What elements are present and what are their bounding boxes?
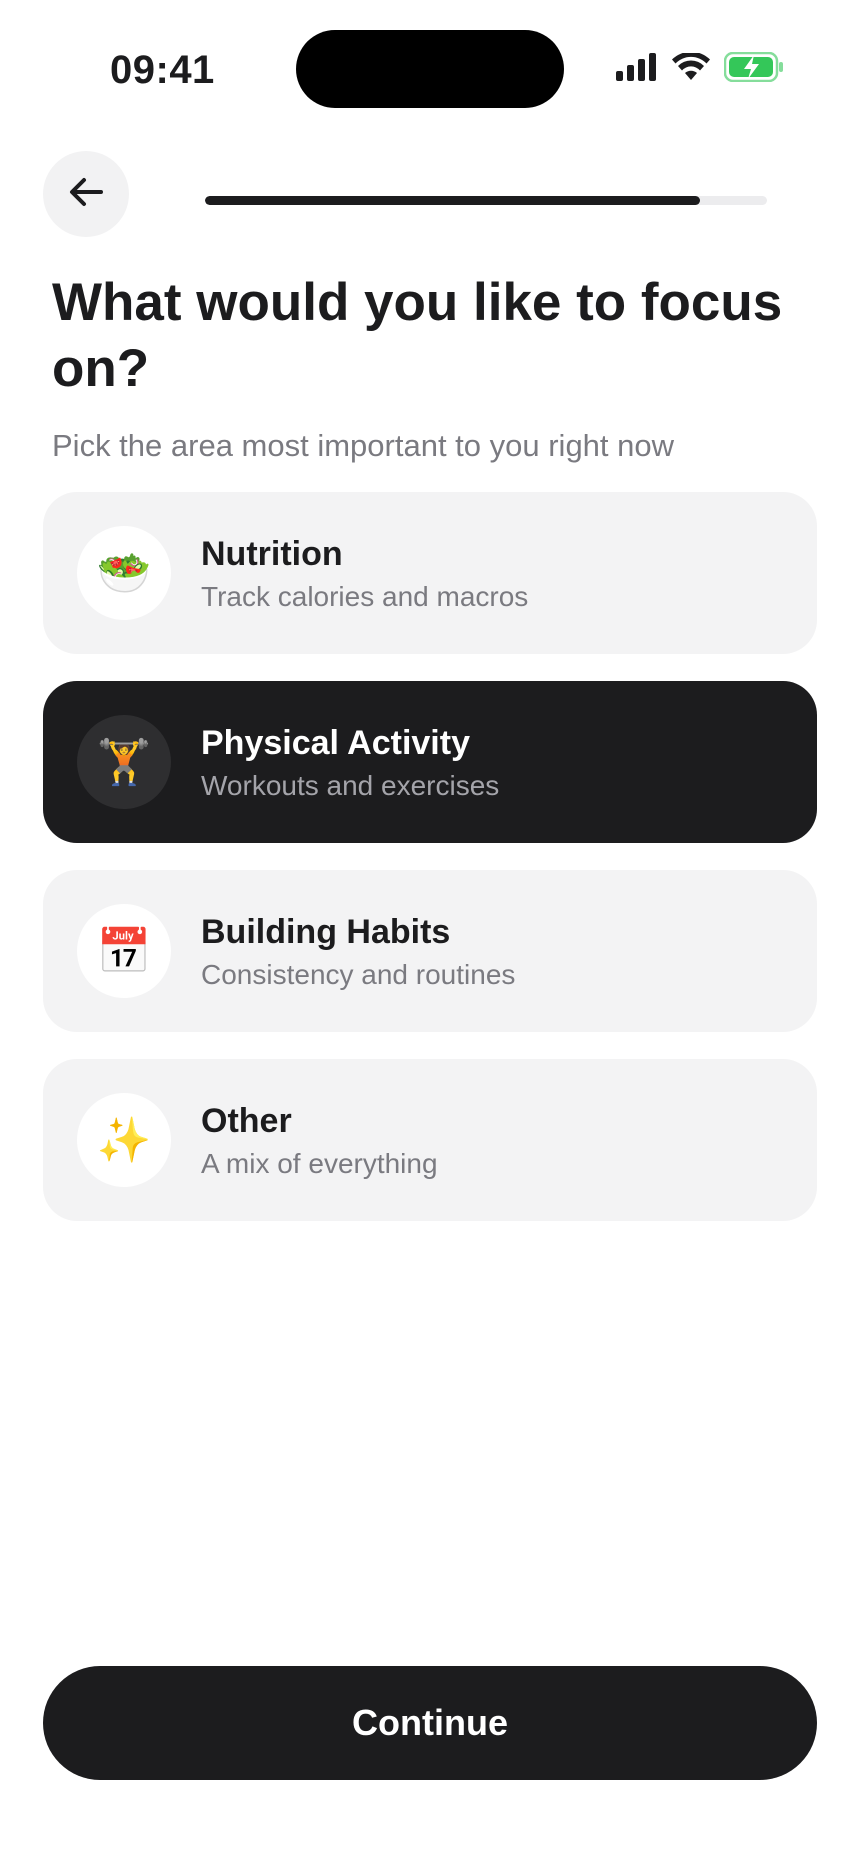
cellular-signal-icon — [616, 53, 658, 86]
option-nutrition[interactable]: 🥗 Nutrition Track calories and macros — [43, 492, 817, 654]
wifi-icon — [672, 51, 710, 86]
status-time: 09:41 — [110, 48, 215, 92]
option-title: Other — [201, 1102, 292, 1140]
battery-charging-icon — [723, 51, 784, 87]
option-title: Physical Activity — [201, 724, 470, 762]
dynamic-island — [296, 30, 564, 108]
status-icons — [616, 51, 784, 87]
option-other[interactable]: ✨ Other A mix of everything — [43, 1059, 817, 1221]
weightlifter-icon: 🏋️ — [77, 715, 171, 809]
option-description: A mix of everything — [201, 1148, 438, 1179]
option-description: Track calories and macros — [201, 581, 529, 612]
option-building-habits[interactable]: 📅 Building Habits Consistency and routin… — [43, 870, 817, 1032]
progress-bar — [205, 196, 767, 205]
option-description: Consistency and routines — [201, 959, 516, 990]
arrow-left-icon — [69, 177, 103, 212]
back-button[interactable] — [43, 151, 129, 237]
sparkles-icon: ✨ — [77, 1093, 171, 1187]
focus-options-list: 🥗 Nutrition Track calories and macros 🏋️… — [43, 492, 817, 1248]
option-physical-activity[interactable]: 🏋️ Physical Activity Workouts and exerci… — [43, 681, 817, 843]
option-title: Nutrition — [201, 535, 343, 573]
salad-icon: 🥗 — [77, 526, 171, 620]
option-description: Workouts and exercises — [201, 770, 500, 801]
option-title: Building Habits — [201, 913, 451, 951]
page-subtitle: Pick the area most important to you righ… — [52, 428, 675, 463]
onboarding-screen: 09:41 What would you like to focus on? P… — [0, 0, 860, 1869]
continue-button[interactable]: Continue — [43, 1666, 817, 1780]
page-title: What would you like to focus on? — [52, 273, 783, 398]
calendar-icon: 📅 — [77, 904, 171, 998]
progress-bar-fill — [205, 196, 700, 205]
